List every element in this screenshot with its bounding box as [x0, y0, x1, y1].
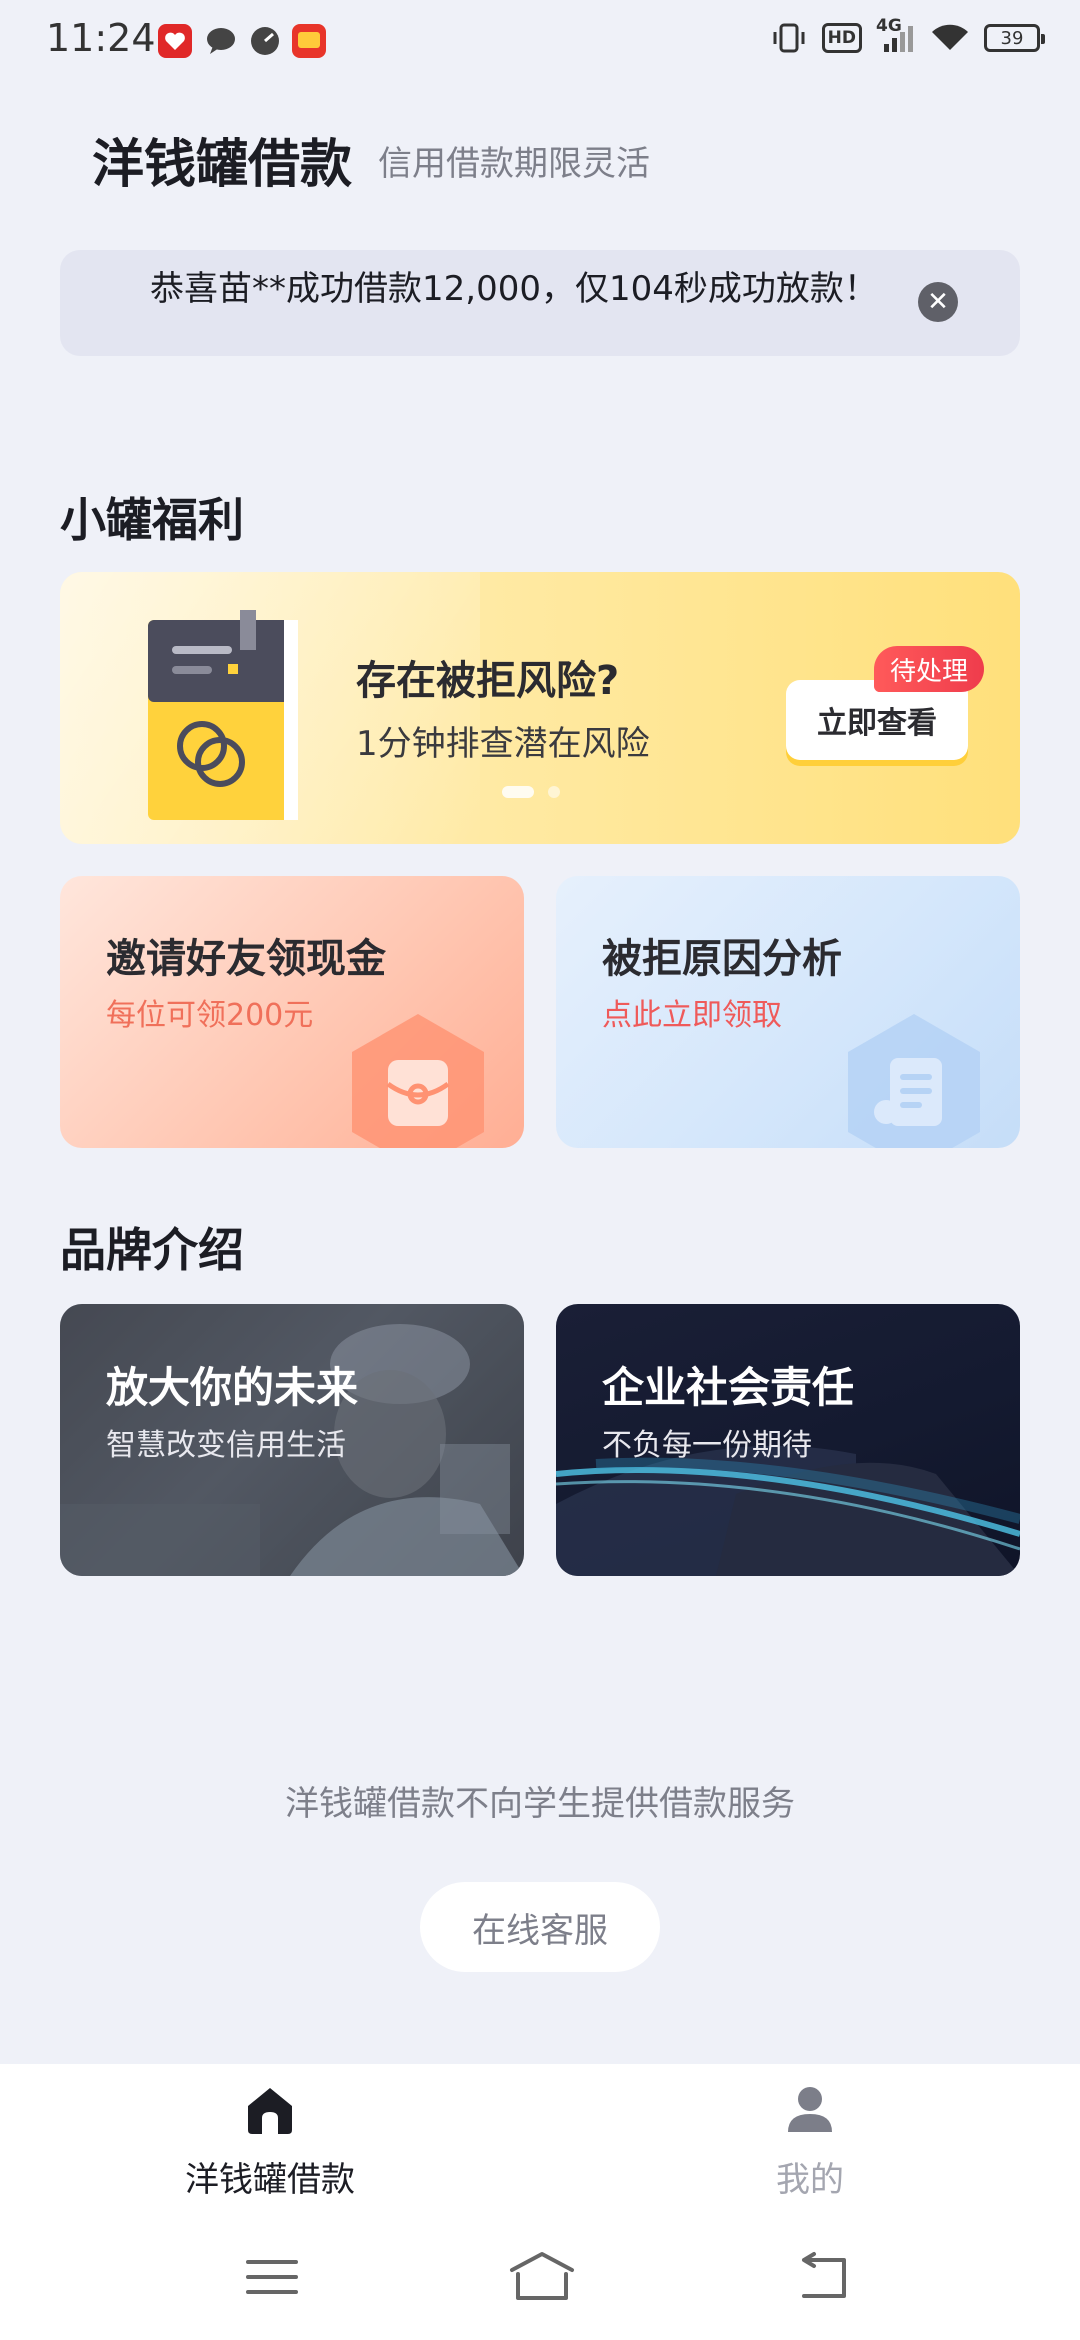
student-disclaimer: 洋钱罐借款不向学生提供借款服务: [285, 1784, 795, 1824]
brand-csr-card[interactable]: 企业社会责任 不负每一份期待: [556, 1304, 1020, 1576]
brand-future-card[interactable]: 放大你的未来 智慧改变信用生活: [60, 1304, 524, 1576]
rejection-analysis-card[interactable]: 被拒原因分析 点此立即领取: [556, 876, 1020, 1148]
tab-label: 我的: [776, 2160, 844, 2200]
page-title: 洋钱罐借款: [92, 135, 353, 195]
bottom-tab-bar: 洋钱罐借款 我的: [0, 2064, 1080, 2214]
banner-headline: 存在被拒风险?: [356, 658, 620, 704]
online-service-button[interactable]: 在线客服: [420, 1882, 660, 1972]
tab-mine[interactable]: 我的: [660, 2064, 960, 2214]
view-now-button[interactable]: 立即查看: [786, 680, 968, 760]
notice-text: 恭喜苗**成功借款12,000，仅104秒成功放款！: [150, 269, 878, 309]
network-label: 4G: [876, 16, 902, 36]
brand-card-subtitle: 不负每一份期待: [602, 1428, 812, 1463]
menu-icon[interactable]: [242, 2250, 302, 2304]
banner-subline: 1分钟排查潜在风险: [356, 724, 650, 764]
card-subtitle: 每位可领200元: [106, 998, 314, 1033]
loan-success-notice: 恭喜苗**成功借款12,000，仅104秒成功放款！ ✕: [60, 250, 1020, 356]
system-navigation-bar: [0, 2214, 1080, 2340]
speedometer-icon: [248, 24, 282, 58]
brand-card-title: 企业社会责任: [602, 1363, 855, 1412]
carousel-dot[interactable]: [548, 786, 560, 798]
wifi-icon: [930, 22, 970, 54]
tab-home[interactable]: 洋钱罐借款: [120, 2064, 420, 2214]
card-title: 被拒原因分析: [602, 936, 842, 982]
document-icon: [848, 1014, 980, 1148]
invite-friends-card[interactable]: 邀请好友领现金 每位可领200元: [60, 876, 524, 1148]
status-time: 11:24: [46, 16, 156, 60]
hd-icon: HD: [821, 23, 862, 53]
brand-section-title: 品牌介绍: [60, 1223, 244, 1277]
brand-card-title: 放大你的未来: [106, 1363, 359, 1412]
red-envelope-icon: [352, 1014, 484, 1148]
cell-signal-icon: 4G: [876, 16, 916, 54]
notebook-icon: [148, 610, 298, 820]
pending-badge: 待处理: [874, 646, 985, 692]
vibrate-icon: [770, 22, 808, 54]
app-red-badge-icon: [292, 24, 326, 58]
tab-label: 洋钱罐借款: [185, 2160, 355, 2200]
system-home-icon[interactable]: [508, 2250, 576, 2304]
status-bar: 11:24 HD 4G 39: [0, 0, 1080, 84]
card-subtitle: 点此立即领取: [602, 998, 782, 1033]
page-subtitle: 信用借款期限灵活: [378, 144, 650, 184]
app-red-heart-icon: [158, 24, 192, 58]
close-icon[interactable]: ✕: [918, 282, 958, 322]
card-title: 邀请好友领现金: [106, 936, 386, 982]
benefits-section-title: 小罐福利: [60, 493, 244, 547]
risk-check-banner[interactable]: 存在被拒风险? 1分钟排查潜在风险 立即查看 待处理: [60, 572, 1020, 844]
carousel-dot-active[interactable]: [502, 786, 534, 798]
status-right-icons: HD 4G 39: [770, 16, 1045, 54]
back-icon[interactable]: [794, 2250, 854, 2304]
chat-bubble-icon: [204, 24, 238, 58]
home-icon: [248, 2088, 292, 2134]
battery-icon: 39: [984, 24, 1045, 52]
user-icon: [788, 2087, 832, 2132]
brand-card-subtitle: 智慧改变信用生活: [106, 1428, 346, 1463]
